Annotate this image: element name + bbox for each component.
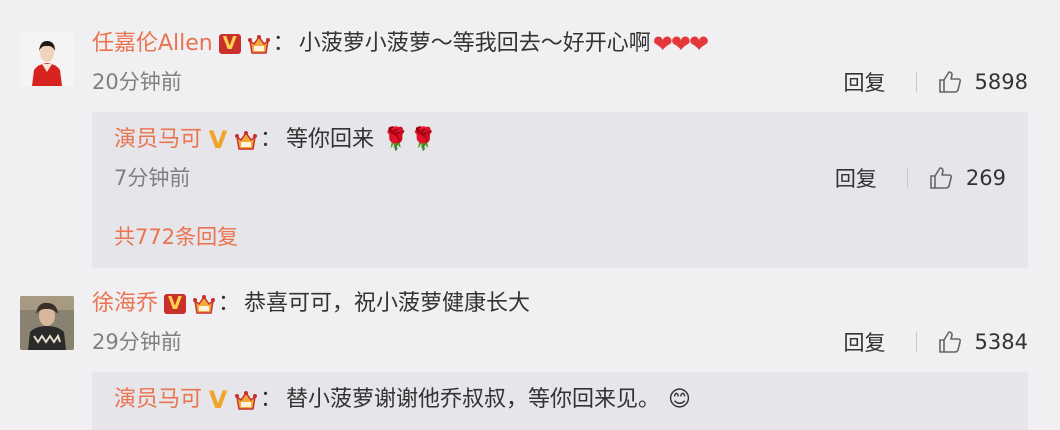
like-count: 5384	[974, 330, 1028, 354]
reply-header: 演员马可 ： 等你回来 🌹🌹	[114, 124, 437, 156]
reply-header: 演员马可 ： 替小菠萝谢谢他乔叔叔，等你回来见。 😊	[114, 384, 691, 416]
crown-icon	[234, 129, 258, 151]
reply-actions: 回复 269	[835, 163, 1006, 193]
comment-text: 小菠萝小菠萝～等我回去～好开心啊	[298, 31, 651, 56]
divider	[906, 168, 908, 188]
reply-button[interactable]: 回复	[835, 163, 877, 193]
reply-button[interactable]: 回复	[844, 67, 886, 97]
divider	[915, 332, 917, 352]
reply-box: 演员马可 ： 等你回来 🌹🌹 7分钟前 回复 269 共772条回复	[92, 112, 1028, 268]
reply-text: 替小菠萝谢谢他乔叔叔，等你回来见。	[286, 387, 661, 412]
comment-actions: 回复 5384	[844, 327, 1028, 357]
comment-header: 任嘉伦Allen ： 小菠萝小菠萝～等我回去～好开心啊 ❤❤❤	[92, 28, 709, 60]
heart-emoji-icon: ❤❤❤	[652, 30, 709, 58]
smile-emoji-icon: 😊	[668, 387, 691, 412]
comment-timestamp: 29分钟前	[92, 330, 182, 354]
like-count: 5898	[974, 70, 1028, 94]
colon: ：	[272, 31, 295, 56]
reply-text: 等你回来	[286, 127, 375, 152]
avatar[interactable]	[20, 296, 74, 350]
divider	[915, 72, 917, 92]
comment-item: 徐海乔 ： 恭喜可可，祝小菠萝健康长大 29分钟前 回复 5384 演员马可	[0, 280, 1060, 430]
verified-v-icon	[164, 293, 187, 315]
username-link[interactable]: 演员马可	[114, 384, 202, 416]
reply-timestamp: 7分钟前	[114, 166, 191, 190]
thumbs-up-icon[interactable]	[937, 329, 963, 355]
rose-emoji-icon: 🌹🌹	[382, 127, 437, 152]
comment-header: 徐海乔 ： 恭喜可可，祝小菠萝健康长大	[92, 288, 530, 320]
verified-v-icon	[218, 33, 241, 55]
thumbs-up-icon[interactable]	[937, 69, 963, 95]
comment-timestamp: 20分钟前	[92, 70, 182, 94]
comment-item: 任嘉伦Allen ： 小菠萝小菠萝～等我回去～好开心啊 ❤❤❤ 20分钟前 回复…	[0, 0, 1060, 280]
colon: ：	[218, 291, 241, 316]
comment-text: 恭喜可可，祝小菠萝健康长大	[244, 291, 531, 316]
username-link[interactable]: 徐海乔	[92, 288, 158, 320]
verified-v-icon	[208, 388, 228, 412]
reply-button[interactable]: 回复	[844, 327, 886, 357]
crown-icon	[192, 293, 216, 315]
comment-actions: 回复 5898	[844, 67, 1028, 97]
verified-v-icon	[208, 128, 228, 152]
like-count: 269	[965, 166, 1006, 190]
reply-box: 演员马可 ： 替小菠萝谢谢他乔叔叔，等你回来见。 😊	[92, 372, 1028, 430]
crown-icon	[234, 389, 258, 411]
username-link[interactable]: 任嘉伦Allen	[92, 28, 213, 60]
colon: ：	[260, 387, 283, 412]
thumbs-up-icon[interactable]	[928, 165, 954, 191]
more-replies-link[interactable]: 共772条回复	[114, 222, 238, 252]
crown-icon	[247, 33, 271, 55]
username-link[interactable]: 演员马可	[114, 124, 202, 156]
avatar[interactable]	[20, 32, 74, 86]
colon: ：	[260, 127, 283, 152]
